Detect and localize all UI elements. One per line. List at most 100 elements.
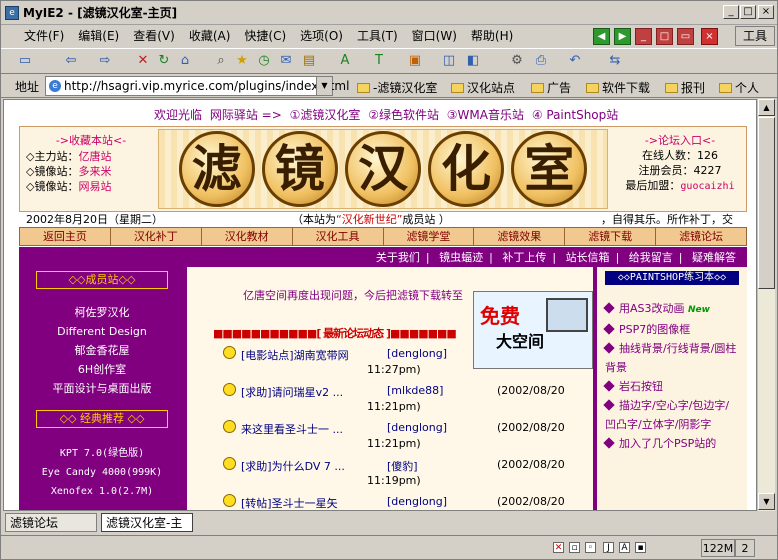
- vertical-scrollbar[interactable]: ▲ ▼: [757, 99, 775, 511]
- lock-icon[interactable]: ▫: [569, 542, 580, 553]
- stop-icon[interactable]: ✕: [135, 53, 151, 69]
- mirror-link[interactable]: 亿唐站: [78, 150, 111, 163]
- tab-forum[interactable]: 滤镜论坛: [5, 513, 97, 532]
- font-icon[interactable]: A: [337, 53, 353, 69]
- menu-tools[interactable]: 工具(T): [350, 25, 405, 47]
- fav-item-0[interactable]: -滤镜汉化室: [357, 79, 437, 96]
- classic-link[interactable]: KPT 7.0(绿色版): [19, 444, 185, 463]
- minimize-tab-icon[interactable]: _: [635, 28, 652, 45]
- link-message[interactable]: 给我留言: [629, 251, 673, 264]
- link-mail[interactable]: 站长信箱: [566, 251, 610, 264]
- restore-tab-icon[interactable]: □: [656, 28, 673, 45]
- nav-patches[interactable]: 汉化补丁: [111, 228, 202, 245]
- menu-options[interactable]: 选项(O): [293, 25, 350, 47]
- latest-user[interactable]: guocaizhi: [680, 181, 734, 192]
- forward-arrow-icon[interactable]: ⇨: [97, 53, 113, 69]
- menu-favorites[interactable]: 收藏(A): [182, 25, 238, 47]
- encoding-icon[interactable]: T: [371, 53, 387, 69]
- menu-edit[interactable]: 编辑(E): [71, 25, 126, 47]
- post-title[interactable]: [求助]请问瑞星v2 ...: [241, 384, 343, 400]
- tools-panel-button[interactable]: 工具: [735, 26, 775, 46]
- prev-window-icon[interactable]: ◀: [593, 28, 610, 45]
- link-traces[interactable]: 镜虫蝠迹: [439, 251, 483, 264]
- free-space-ad[interactable]: 免费 大空间: [473, 291, 593, 369]
- nav-effects[interactable]: 滤镜效果: [474, 228, 566, 245]
- union-link[interactable]: “汉化新世纪”: [336, 213, 402, 226]
- refresh-icon[interactable]: ↻: [156, 53, 172, 69]
- search-icon[interactable]: ⌕: [213, 53, 229, 69]
- gear-icon[interactable]: ◦: [585, 542, 596, 553]
- link-paintshop[interactable]: ④ PaintShop站: [532, 108, 618, 122]
- print-icon[interactable]: ▤: [301, 53, 317, 69]
- next-window-icon[interactable]: ▶: [614, 28, 631, 45]
- scroll-up-icon[interactable]: ▲: [758, 99, 775, 116]
- tutorial-link[interactable]: PSP7的图像框: [603, 320, 739, 339]
- java-icon[interactable]: J: [603, 542, 614, 553]
- fav-item-2[interactable]: 广告: [531, 79, 571, 96]
- history-icon[interactable]: ◷: [256, 53, 272, 69]
- member-site-link[interactable]: 平面设计与桌面出版: [19, 379, 185, 398]
- share-icon[interactable]: ⇆: [607, 53, 623, 69]
- link-green-soft[interactable]: ②绿色软件站: [368, 108, 439, 122]
- new-page-icon[interactable]: ▭: [17, 53, 33, 69]
- window-icon[interactable]: ◫: [441, 53, 457, 69]
- menu-shortcut[interactable]: 快捷(C): [237, 25, 293, 47]
- fav-item-4[interactable]: 报刊: [665, 79, 705, 96]
- mirror-link[interactable]: 网易站: [78, 180, 111, 193]
- post-title[interactable]: 来这里看圣斗士一 ...: [241, 421, 343, 437]
- link-wma-music[interactable]: ③WMA音乐站: [447, 108, 524, 122]
- nav-tools[interactable]: 汉化工具: [293, 228, 384, 245]
- nav-forum[interactable]: 滤镜论坛: [656, 228, 746, 245]
- member-site-link[interactable]: 柯佐罗汉化: [19, 303, 185, 322]
- tab-home[interactable]: 滤镜汉化室-主: [101, 513, 193, 532]
- classic-link[interactable]: Eye Candy 4000(999K): [19, 463, 185, 482]
- nav-school[interactable]: 滤镜学堂: [384, 228, 475, 245]
- max-tab-icon[interactable]: ▭: [677, 28, 694, 45]
- tutorial-link[interactable]: 描边字/空心字/包边字/凹凸字/立体字/阴影字: [603, 396, 739, 434]
- nav-downloads[interactable]: 滤镜下载: [565, 228, 657, 245]
- activex-icon[interactable]: A: [619, 542, 630, 553]
- chevron-down-icon[interactable]: ▼: [316, 77, 332, 95]
- mirror-link[interactable]: 多来米: [78, 165, 111, 178]
- post-title[interactable]: [求助]为什么DV 7 ...: [241, 458, 345, 474]
- forum-entry-link[interactable]: ->论坛入口<-: [616, 133, 744, 148]
- link-filter-site[interactable]: ①滤镜汉化室: [290, 108, 361, 122]
- classic-link[interactable]: Xenofex 1.0(2.7M): [19, 482, 185, 501]
- menu-view[interactable]: 查看(V): [126, 25, 182, 47]
- maximize-button[interactable]: □: [740, 5, 756, 19]
- close-tab-icon[interactable]: ×: [701, 28, 718, 45]
- fav-item-3[interactable]: 软件下载: [586, 79, 650, 96]
- link-faq[interactable]: 疑难解答: [692, 251, 736, 264]
- minimize-button[interactable]: _: [723, 5, 739, 19]
- member-site-link[interactable]: 6H创作室: [19, 360, 185, 379]
- scroll-thumb[interactable]: [758, 117, 775, 289]
- post-title[interactable]: [电影站点]湖南宽带网: [241, 347, 349, 363]
- popup-icon[interactable]: ◧: [465, 53, 481, 69]
- tutorial-link[interactable]: 岩石按钮: [603, 377, 739, 396]
- fav-item-1[interactable]: 汉化站点: [451, 79, 515, 96]
- tutorial-link[interactable]: 抽线背景/行线背景/圆柱背景: [603, 339, 739, 377]
- title-bar[interactable]: e MyIE2 - [滤镜汉化室-主页] _ □ ×: [1, 1, 777, 25]
- menu-window[interactable]: 窗口(W): [405, 25, 464, 47]
- close-button[interactable]: ×: [758, 5, 774, 19]
- menu-help[interactable]: 帮助(H): [464, 25, 520, 47]
- post-title[interactable]: [转帖]圣斗士一星矢: [241, 495, 338, 510]
- tutorial-link[interactable]: 用AS3改动画 New: [603, 299, 739, 320]
- member-site-link[interactable]: Different Design: [19, 322, 185, 341]
- nav-tutorials[interactable]: 汉化教材: [202, 228, 293, 245]
- menu-file[interactable]: 文件(F): [17, 25, 71, 47]
- scroll-down-icon[interactable]: ▼: [758, 493, 775, 510]
- address-input[interactable]: e http://hsagri.vip.myrice.com/plugins/i…: [45, 76, 349, 96]
- page-icon[interactable]: ▣: [407, 53, 423, 69]
- mail-icon[interactable]: ✉: [278, 53, 294, 69]
- fav-item-5[interactable]: 个人: [719, 79, 759, 96]
- home-icon[interactable]: ⌂: [177, 53, 193, 69]
- popup-block-icon[interactable]: ✕: [553, 542, 564, 553]
- settings-icon[interactable]: ⚙: [509, 53, 525, 69]
- link-upload[interactable]: 补丁上传: [502, 251, 546, 264]
- download-icon[interactable]: ⎙: [533, 53, 549, 69]
- undo-icon[interactable]: ↶: [567, 53, 583, 69]
- tutorial-link[interactable]: 加入了几个PSP站的: [603, 434, 739, 453]
- favorites-star-icon[interactable]: ★: [234, 53, 250, 69]
- image-icon[interactable]: ▪: [635, 542, 646, 553]
